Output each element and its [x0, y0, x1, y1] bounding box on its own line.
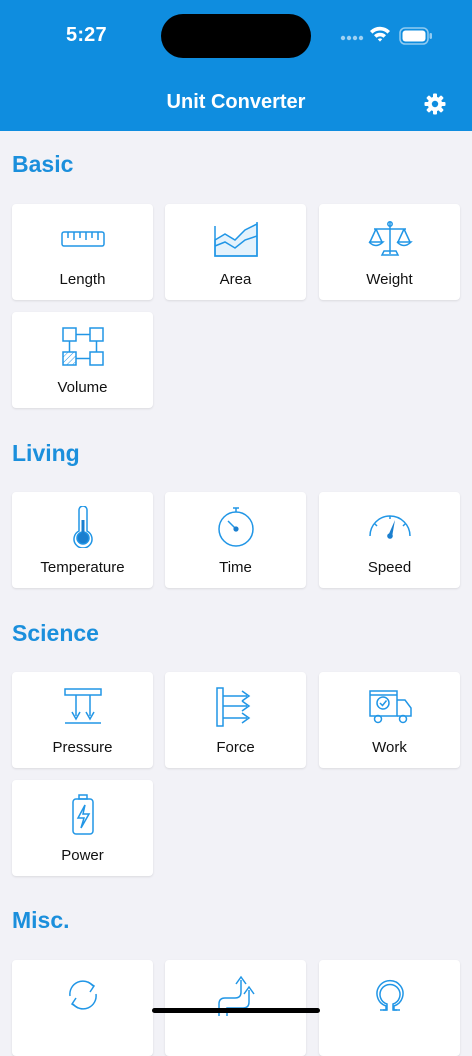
wifi-icon [370, 26, 390, 42]
tile-label: Length [59, 271, 106, 288]
thermometer-icon [72, 506, 93, 548]
gear-icon[interactable] [423, 92, 447, 116]
section-title-science: Science [12, 620, 99, 646]
omega-icon [375, 979, 404, 1011]
pressure-icon [63, 688, 102, 724]
tile-time[interactable]: Time [165, 492, 306, 588]
tile-length[interactable]: Length [12, 204, 153, 300]
delivery-truck-icon [368, 690, 412, 724]
tile-misc-3[interactable] [319, 960, 460, 1056]
battery-charge-icon [71, 794, 94, 835]
tile-label: Work [372, 739, 407, 756]
blocks-icon [61, 327, 104, 366]
tile-misc-1[interactable] [12, 960, 153, 1056]
tile-label: Force [216, 739, 255, 756]
ruler-icon [60, 231, 105, 247]
tile-label: Time [219, 559, 252, 576]
tile-label: Area [219, 271, 252, 288]
tile-label: Speed [367, 559, 412, 576]
tile-area[interactable]: Area [165, 204, 306, 300]
app-header: 5:27 Unit Converter [0, 0, 472, 131]
section-title-basic: Basic [12, 151, 74, 177]
dynamic-island [161, 14, 311, 58]
home-indicator[interactable] [152, 1008, 320, 1013]
section-title-living: Living [12, 440, 80, 466]
page-title: Unit Converter [166, 91, 306, 113]
tile-speed[interactable]: Speed [319, 492, 460, 588]
tile-label: Volume [57, 379, 108, 396]
tile-label: Weight [366, 271, 413, 288]
tile-volume[interactable]: Volume [12, 312, 153, 408]
scale-icon [367, 221, 413, 256]
tile-pressure[interactable]: Pressure [12, 672, 153, 768]
tile-label: Temperature [40, 559, 125, 576]
tile-label: Power [61, 847, 104, 864]
cellular-signal-icon [340, 35, 364, 41]
tile-label: Pressure [52, 739, 113, 756]
tile-power[interactable]: Power [12, 780, 153, 876]
tile-force[interactable]: Force [165, 672, 306, 768]
tile-weight[interactable]: Weight [319, 204, 460, 300]
stopwatch-icon [217, 507, 254, 547]
section-title-misc: Misc. [12, 907, 70, 933]
battery-icon [399, 27, 432, 45]
refresh-icon [68, 980, 97, 1010]
area-chart-icon [213, 222, 258, 257]
speedometer-icon [368, 515, 411, 539]
tile-temperature[interactable]: Temperature [12, 492, 153, 588]
tile-work[interactable]: Work [319, 672, 460, 768]
force-icon [215, 687, 250, 727]
status-time: 5:27 [66, 24, 107, 46]
